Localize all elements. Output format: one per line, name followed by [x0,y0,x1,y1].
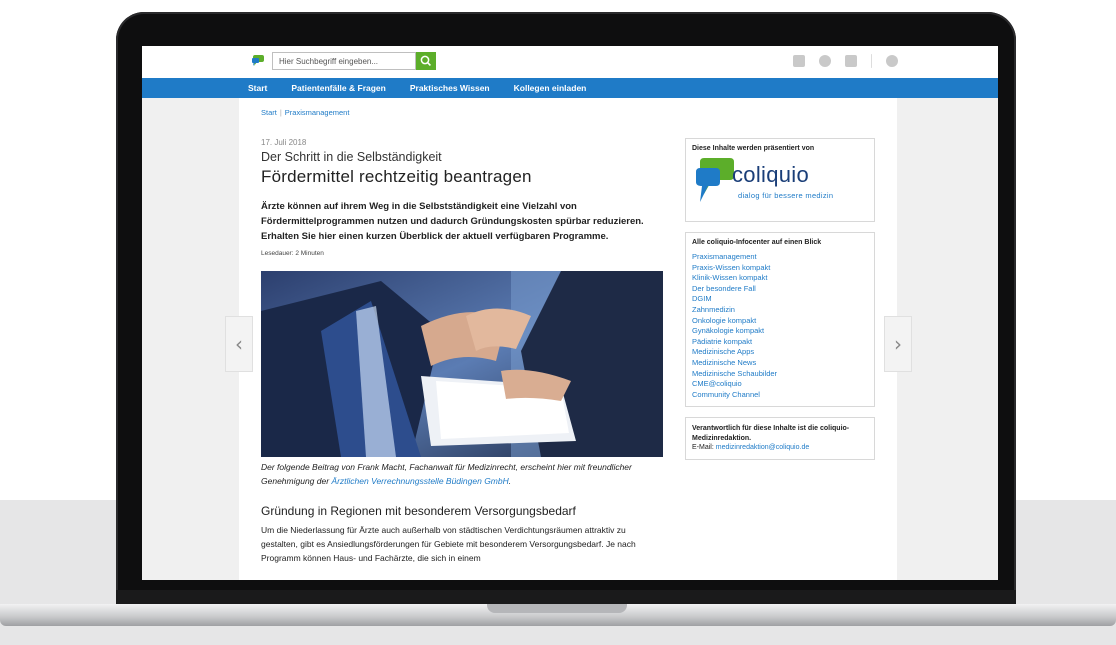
read-time: Lesedauer: 2 Minuten [261,250,324,257]
infocenter-link[interactable]: Medizinische News [692,358,868,369]
responsible-heading: Verantwortlich für diese Inhalte ist die… [692,425,850,442]
article-headline: Fördermittel rechtzeitig beantragen [261,167,532,186]
infocenter-box: Alle coliquio-Infocenter auf einen Blick… [685,232,875,408]
main-nav: Start Patientenfälle & Fragen Praktische… [142,78,998,98]
search-button[interactable] [416,52,436,70]
nav-item-start[interactable]: Start [248,83,267,93]
mail-icon[interactable] [793,55,805,67]
infocenter-link[interactable]: Medizinische Schaubilder [692,369,868,380]
responsible-box: Verantwortlich für diese Inhalte ist die… [685,417,875,460]
email-line: E-Mail: medizinredaktion@coliquio.de [692,443,868,453]
article: 17. Juli 2018 Der Schritt in die Selbstä… [261,138,663,565]
chevron-right-icon: › [894,332,902,356]
nav-item-patientenfaelle[interactable]: Patientenfälle & Fragen [291,83,385,93]
caption-link[interactable]: Ärztlichen Verrechnungsstelle Büdingen G… [331,476,508,486]
infocenter-link[interactable]: Pädiatrie kompakt [692,337,868,348]
nav-item-kollegen-einladen[interactable]: Kollegen einladen [514,83,587,93]
sponsor-logo[interactable]: coliquio dialog für bessere medizin [692,158,868,208]
caption-suffix: . [508,476,512,486]
search-input[interactable]: Hier Suchbegriff eingeben... [272,52,416,70]
image-caption: Der folgende Beitrag von Frank Macht, Fa… [261,460,663,488]
top-icon-group [793,54,898,68]
infocenter-link[interactable]: DGIM [692,294,868,305]
breadcrumb-home[interactable]: Start [261,108,277,117]
gear-icon[interactable] [886,55,898,67]
sponsor-title: Diese Inhalte werden präsentiert von [692,145,815,152]
coliquio-logo-icon[interactable] [252,55,264,67]
divider [871,54,872,68]
article-date: 17. Juli 2018 [261,138,307,147]
infocenter-links: Praxismanagement Praxis-Wissen kompakt K… [692,252,868,400]
infocenter-link[interactable]: Community Channel [692,390,868,401]
section-heading: Gründung in Regionen mit besonderem Vers… [261,504,576,518]
breadcrumb: Start | Praxismanagement [261,108,349,117]
laptop-screen: Hier Suchbegriff eingeben... Start Patie… [142,46,998,580]
infocenter-title: Alle coliquio-Infocenter auf einen Blick [692,239,822,246]
coliquio-logo-icon [696,158,734,202]
infocenter-link[interactable]: Onkologie kompakt [692,316,868,327]
infocenter-link[interactable]: Klinik-Wissen kompakt [692,273,868,284]
infocenter-link[interactable]: CME@coliquio [692,379,868,390]
infocenter-link[interactable]: Praxismanagement [692,252,868,263]
search-icon [420,55,431,66]
sponsor-box: Diese Inhalte werden präsentiert von col… [685,138,875,222]
email-label: E-Mail: [692,444,714,452]
breadcrumb-separator: | [279,108,282,117]
globe-icon[interactable] [819,55,831,67]
laptop-notch [487,604,627,613]
chevron-left-icon: ‹ [235,332,243,356]
top-bar: Hier Suchbegriff eingeben... [142,46,998,78]
infocenter-link[interactable]: Medizinische Apps [692,347,868,358]
carousel-next-button[interactable]: › [884,316,912,372]
section-paragraph: Um die Niederlassung für Ärzte auch auße… [261,525,636,563]
users-icon[interactable] [845,55,857,67]
email-link[interactable]: medizinredaktion@coliquio.de [716,444,810,451]
sponsor-tagline: dialog für bessere medizin [738,191,834,200]
sponsor-wordmark: coliquio [732,162,810,187]
article-kicker: Der Schritt in die Selbständigkeit [261,150,442,164]
nav-item-praktisches-wissen[interactable]: Praktisches Wissen [410,83,490,93]
breadcrumb-current[interactable]: Praxismanagement [285,108,350,117]
carousel-prev-button[interactable]: ‹ [225,316,253,372]
responsible-text: Verantwortlich für diese Inhalte ist die… [692,424,868,443]
hero-image-handshake [261,271,663,457]
infocenter-link[interactable]: Zahnmedizin [692,305,868,316]
article-lead: Ärzte können auf ihrem Weg in die Selbst… [261,201,644,242]
sidebar: Diese Inhalte werden präsentiert von col… [685,138,875,470]
infocenter-link[interactable]: Praxis-Wissen kompakt [692,263,868,274]
content-page: Start | Praxismanagement 17. Juli 2018 Der… [239,98,897,580]
infocenter-link[interactable]: Gynäkologie kompakt [692,326,868,337]
infocenter-link[interactable]: Der besondere Fall [692,284,868,295]
